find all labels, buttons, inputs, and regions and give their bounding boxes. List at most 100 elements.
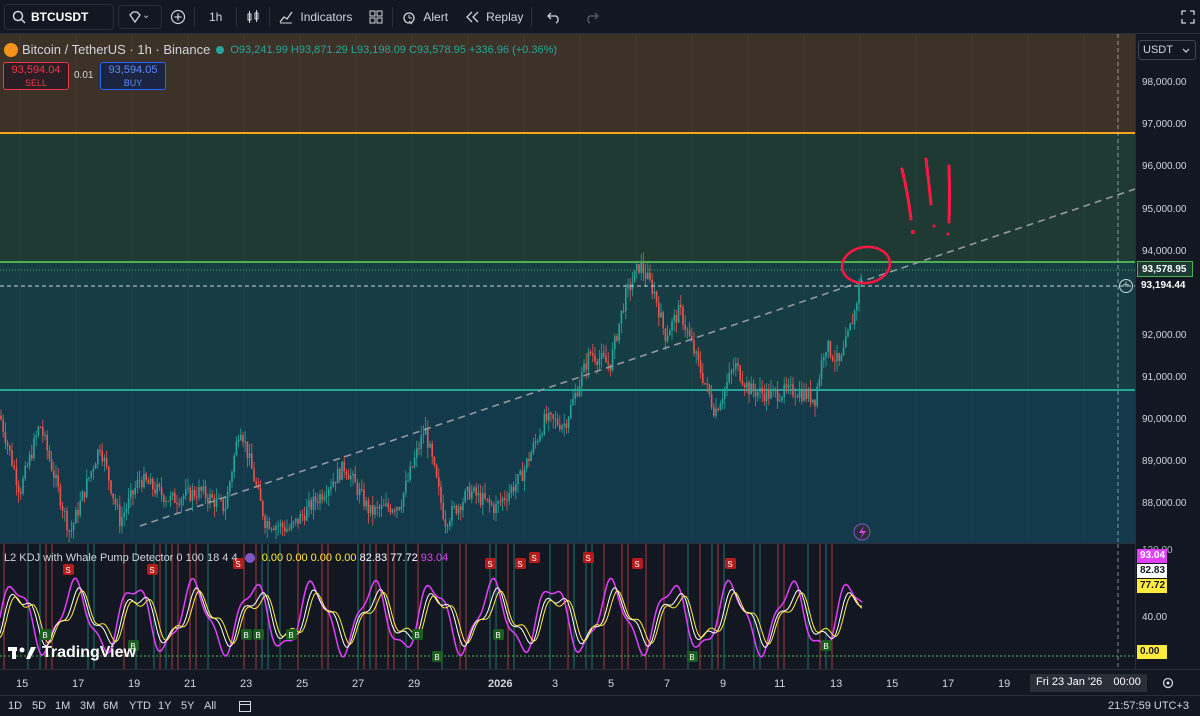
fullscreen-button[interactable] — [1172, 4, 1200, 30]
candle-body — [446, 525, 449, 527]
candle-body — [647, 272, 649, 279]
candle-body — [559, 424, 561, 430]
candle-body — [26, 465, 29, 467]
candle-body — [730, 371, 733, 374]
tradingview-logo[interactable]: TradingView — [8, 644, 136, 662]
candle-body — [59, 486, 62, 507]
bitcoin-icon — [4, 42, 18, 57]
candle-body — [204, 486, 207, 498]
candle-body — [750, 383, 752, 395]
sell-label: SELL — [24, 78, 48, 88]
candle-body — [374, 506, 376, 515]
price-tick: 98,000.00 — [1142, 77, 1187, 88]
candle-body — [743, 384, 746, 388]
candle-body — [607, 362, 609, 365]
range-ytd[interactable]: YTD — [129, 700, 151, 712]
settings-gear-icon[interactable] — [1161, 676, 1175, 690]
candle-body — [488, 498, 491, 504]
undo-icon — [547, 12, 560, 24]
main-chart[interactable] — [0, 34, 1135, 543]
indicator-value-magenta: 93.04 — [420, 552, 449, 564]
candle-body — [737, 363, 739, 366]
price-tick: 91,000.00 — [1142, 372, 1187, 383]
candle-body — [649, 272, 651, 280]
open-value: O93,241.99 — [230, 43, 288, 56]
candle-body — [299, 514, 301, 524]
range-6m[interactable]: 6M — [103, 700, 118, 712]
alert-button[interactable]: Alert — [393, 4, 456, 30]
settings-icon[interactable] — [244, 553, 255, 564]
compare-button[interactable] — [162, 4, 194, 30]
indicators-button[interactable]: Indicators — [270, 4, 360, 30]
candle-body — [761, 388, 763, 394]
candle-body — [838, 353, 840, 361]
sell-signal-letter: S — [727, 560, 732, 569]
range-1m[interactable]: 1M — [55, 700, 70, 712]
currency-select[interactable]: USDT — [1138, 40, 1196, 60]
candle-body — [433, 456, 436, 466]
candle-body — [154, 489, 156, 494]
candle-body — [853, 310, 856, 325]
sell-button[interactable]: 93,594.04 SELL — [3, 62, 69, 90]
candle-body — [671, 320, 673, 331]
candle-body — [468, 486, 471, 499]
indicator-pane[interactable]: SSSSSSSSSBBBBBBBBBB L2 KDJ with Whale Pu… — [0, 543, 1135, 669]
candle-body — [708, 384, 711, 395]
fullscreen-icon — [1181, 9, 1195, 24]
candle-body — [680, 305, 682, 308]
range-5y[interactable]: 5Y — [181, 700, 194, 712]
clock-timezone[interactable]: 21:57:59 UTC+3 — [1108, 700, 1189, 712]
candle-body — [508, 493, 510, 501]
replay-button[interactable]: Replay — [456, 4, 531, 30]
candle-body — [673, 315, 675, 321]
candle-body — [224, 508, 227, 512]
price-tick: 95,000.00 — [1142, 204, 1187, 215]
candle-body — [528, 458, 530, 461]
range-all[interactable]: All — [204, 700, 216, 712]
range-5d[interactable]: 5D — [32, 700, 46, 712]
range-1y[interactable]: 1Y — [158, 700, 171, 712]
candle-body — [453, 505, 455, 507]
buy-button[interactable]: 93,594.05 BUY — [100, 62, 166, 90]
sell-signal-letter: S — [517, 560, 522, 569]
candle-body — [759, 388, 761, 393]
buy-signal-letter: B — [434, 653, 439, 662]
sell-signal-letter: S — [531, 554, 536, 563]
templates-button[interactable] — [360, 4, 392, 30]
calendar-range-icon[interactable] — [238, 699, 252, 713]
candle-body — [213, 497, 216, 507]
candle-body — [794, 395, 796, 397]
candle-body — [372, 505, 374, 515]
range-1d[interactable]: 1D — [8, 700, 22, 712]
interval-button[interactable]: 1h — [195, 4, 236, 30]
candle-body — [827, 341, 829, 353]
candle-body — [724, 388, 726, 399]
symbol-search[interactable]: BTCUSDT — [4, 3, 114, 30]
candle-body — [48, 450, 51, 460]
time-tick: 27 — [352, 678, 365, 690]
watchlist-button[interactable] — [118, 4, 162, 29]
candle-body — [460, 506, 462, 511]
range-3m[interactable]: 3M — [80, 700, 95, 712]
close-value: C93,578.95 — [409, 43, 466, 56]
time-axis[interactable]: 15 17 19 21 23 25 27 29 2026 3 5 7 9 11 … — [0, 669, 1200, 695]
candle-body — [669, 330, 671, 336]
candle-body — [0, 415, 2, 420]
candle-body — [741, 380, 744, 385]
candle-body — [570, 404, 572, 418]
candle-body — [281, 523, 284, 528]
add-alert-plus-icon[interactable]: + — [1119, 279, 1133, 293]
price-tick: 96,000.00 — [1142, 161, 1187, 172]
tradingview-icon — [8, 647, 36, 659]
candle-body — [376, 506, 378, 508]
undo-button[interactable] — [532, 4, 576, 30]
candle-body — [845, 336, 847, 348]
candle-body — [798, 390, 801, 398]
candle-body — [545, 413, 548, 421]
redo-button[interactable] — [576, 4, 608, 30]
candle-body — [658, 302, 660, 318]
candle-body — [836, 353, 838, 362]
candle-body — [816, 386, 818, 407]
chart-type-button[interactable] — [237, 4, 269, 30]
high-value: H93,871.29 — [290, 43, 348, 56]
